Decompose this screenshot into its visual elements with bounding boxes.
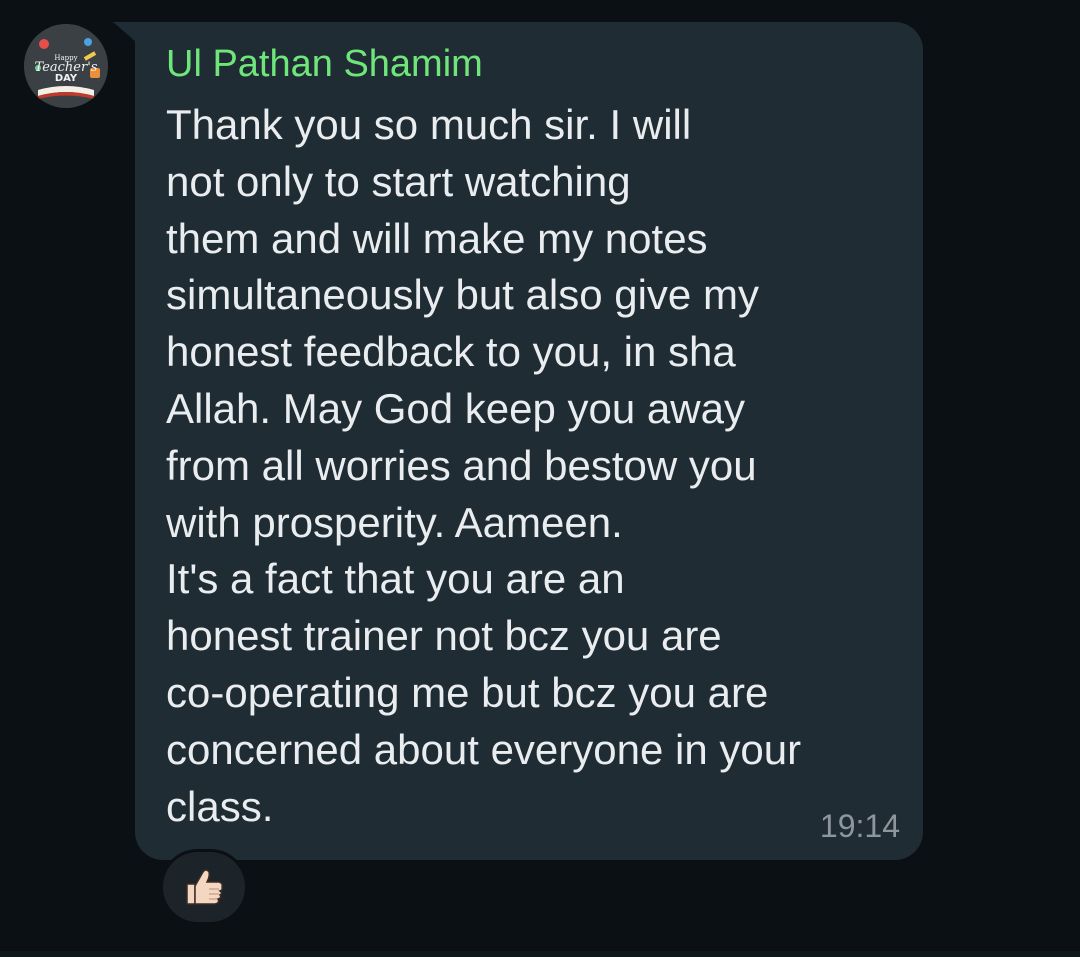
message-line: not only to start watching bbox=[166, 157, 631, 205]
message-text: Thank you so much sir. I will not only t… bbox=[166, 97, 906, 835]
message-line: Thank you so much sir. I will bbox=[166, 101, 692, 148]
message-line: from all worries and bestow you bbox=[166, 441, 757, 489]
sender-name[interactable]: Ul Pathan Shamim bbox=[166, 42, 483, 86]
teachers-day-avatar-icon: Happy Teacher's DAY bbox=[24, 24, 108, 108]
message-line: with prosperity. Aameen. bbox=[166, 498, 623, 546]
message-bubble[interactable]: Ul Pathan Shamim Thank you so much sir. … bbox=[135, 22, 923, 860]
message-line: honest trainer not bcz you are bbox=[166, 612, 722, 660]
avatar-text-bottom: DAY bbox=[55, 73, 78, 84]
message-line: Allah. May God keep you away bbox=[166, 384, 745, 432]
message-line: simultaneously but also give my bbox=[166, 271, 759, 319]
message-line: It's a fact that you are an bbox=[166, 555, 625, 603]
bottom-divider bbox=[0, 951, 1080, 957]
thumbs-up-icon bbox=[186, 869, 223, 905]
message-line: co-operating me but bcz you are bbox=[166, 668, 769, 716]
message-line: concerned about everyone in your bbox=[166, 725, 802, 773]
message-line: honest feedback to you, in sha bbox=[166, 328, 736, 376]
message-line: them and will make my notes bbox=[166, 214, 708, 262]
message-line: class. bbox=[166, 782, 274, 830]
message-timestamp: 19:14 bbox=[819, 808, 900, 844]
reaction-badge[interactable] bbox=[160, 849, 248, 925]
avatar[interactable]: Happy Teacher's DAY bbox=[24, 24, 108, 108]
